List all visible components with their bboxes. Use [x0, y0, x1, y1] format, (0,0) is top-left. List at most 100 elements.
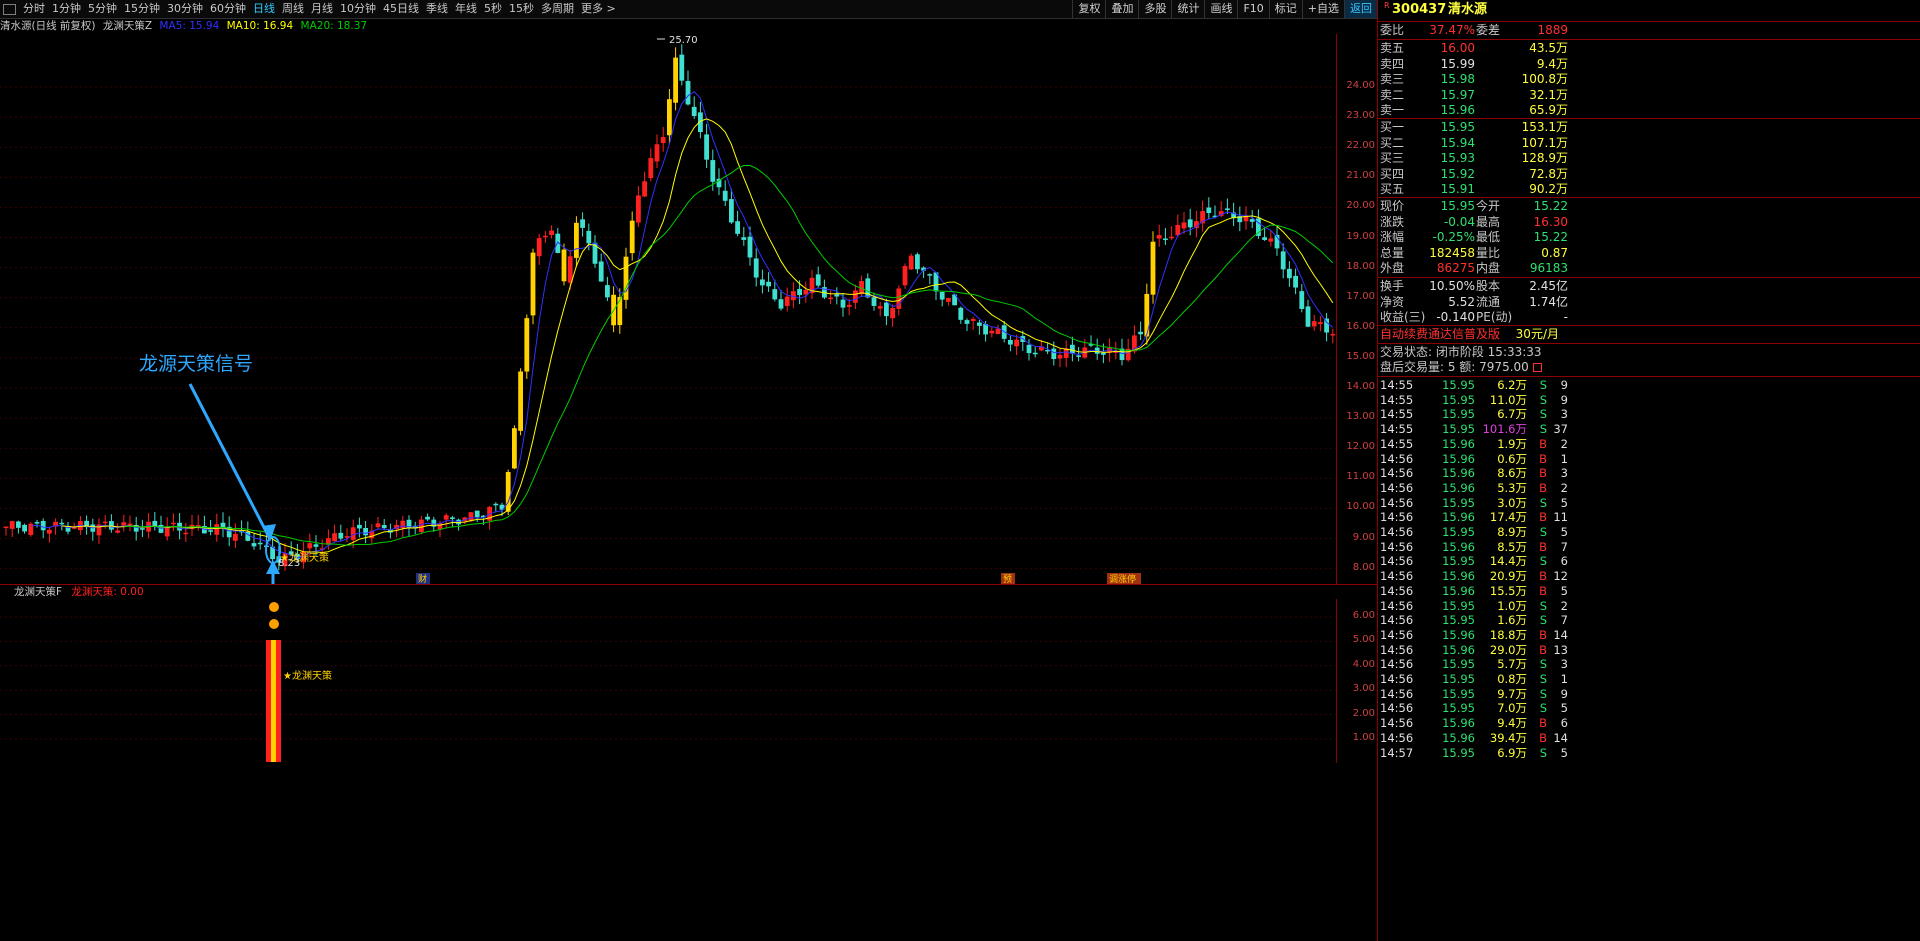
tick-price: 15.95 [1442, 686, 1475, 701]
period-tab[interactable]: 15分钟 [121, 0, 164, 18]
tick-count: 3 [1560, 657, 1568, 672]
bid-label: 买二 [1380, 135, 1405, 150]
period-tab[interactable]: 5秒 [481, 0, 506, 18]
ask-price: 15.98 [1440, 72, 1475, 86]
candle-body [784, 296, 790, 307]
period-tab[interactable]: 年线 [452, 0, 481, 18]
candle-body [1187, 219, 1193, 228]
candle-body [1318, 322, 1323, 325]
layout-toggle-icon[interactable] [3, 3, 16, 15]
tick-price: 15.95 [1442, 657, 1475, 672]
tool-button[interactable]: 复权 [1072, 0, 1105, 18]
period-tab[interactable]: 更多 > [578, 0, 620, 18]
candle-body [574, 222, 579, 258]
tick-price: 15.96 [1442, 466, 1475, 481]
stat-value: 15.95 [1440, 199, 1475, 213]
stat-label: 最高 [1476, 214, 1501, 229]
candle-body [1299, 291, 1305, 309]
tick-time: 14:56 [1380, 642, 1414, 657]
period-tab[interactable]: 季线 [423, 0, 452, 18]
tick-count: 13 [1553, 642, 1568, 657]
tick-row: 14:56 15.96 20.9万 B 12 [1378, 569, 1920, 584]
candle-body [40, 520, 46, 531]
tick-count: 5 [1560, 745, 1568, 760]
tool-button[interactable]: 画线 [1204, 0, 1237, 18]
candle-body [357, 524, 362, 529]
candle-body [853, 290, 858, 303]
candle-body [1305, 306, 1311, 327]
trade-state: 交易状态: 闭市阶段 15:33:33 [1378, 345, 1920, 361]
tick-price: 15.95 [1442, 598, 1475, 613]
bid-row: 买四 15.92 72.8万 [1378, 167, 1920, 183]
tick-row: 14:55 15.95 101.6万 S 37 [1378, 422, 1920, 437]
axis-tick-label: 22.00 [1346, 140, 1375, 152]
candle-body [673, 57, 678, 103]
period-tab[interactable]: 1分钟 [49, 0, 85, 18]
candle-body [977, 322, 982, 326]
candle-body [679, 54, 685, 81]
tick-price: 15.96 [1442, 539, 1475, 554]
bid-price: 15.95 [1440, 120, 1475, 134]
candle-body [580, 219, 585, 228]
candle-body [512, 428, 517, 469]
tick-direction: B [1539, 627, 1547, 642]
tool-button[interactable]: F10 [1237, 0, 1268, 18]
period-tab[interactable]: 多周期 [538, 0, 578, 18]
tick-row: 14:56 15.95 14.4万 S 6 [1378, 554, 1920, 569]
ma20-line [123, 165, 1334, 546]
expand-icon[interactable] [1533, 363, 1542, 372]
tick-count: 3 [1560, 466, 1568, 481]
tool-button[interactable]: 统计 [1171, 0, 1204, 18]
axis-tick-label: 14.00 [1346, 381, 1375, 392]
tick-time: 14:56 [1380, 657, 1414, 672]
tick-volume: 6.7万 [1497, 407, 1527, 422]
panel-divider[interactable] [0, 584, 1377, 585]
tick-direction: S [1539, 422, 1547, 437]
period-tab[interactable]: 30分钟 [164, 0, 207, 18]
tick-row: 14:56 15.95 0.8万 S 1 [1378, 672, 1920, 687]
candle-body [350, 527, 356, 540]
axis-tick-label: 9.00 [1352, 531, 1375, 543]
tick-count: 5 [1560, 701, 1568, 716]
tick-price: 15.96 [1442, 436, 1475, 451]
candle-body [1026, 344, 1032, 354]
tool-button[interactable]: +自选 [1301, 0, 1344, 18]
tool-button[interactable]: 叠加 [1105, 0, 1138, 18]
period-tab[interactable]: 月线 [308, 0, 337, 18]
weibi-value: 37.47% [1429, 23, 1475, 37]
tick-count: 7 [1560, 613, 1568, 628]
period-tab[interactable]: 15秒 [506, 0, 538, 18]
sub-svg: ★龙渊天策 [0, 602, 1336, 762]
stat-label: 换手 [1380, 279, 1405, 293]
candle-body [468, 512, 474, 521]
period-tab[interactable]: 分时 [20, 0, 49, 18]
period-tab[interactable]: 60分钟 [207, 0, 250, 18]
period-tab[interactable]: 周线 [279, 0, 308, 18]
stat-label: 今开 [1476, 199, 1501, 213]
period-tab[interactable]: 5分钟 [85, 0, 121, 18]
kline-chart[interactable]: 25.70 8.23 ★龙渊天策财预调涨停 [0, 34, 1336, 584]
tick-direction: B [1539, 451, 1547, 466]
quote-header: R 300437 清水源 [1378, 1, 1920, 20]
candle-body [1014, 339, 1019, 347]
tool-button[interactable]: 返回 [1344, 0, 1377, 18]
tick-time: 14:55 [1380, 378, 1414, 392]
tool-button[interactable]: 多股 [1138, 0, 1171, 18]
weibi-label: 委比 [1380, 23, 1405, 37]
tick-volume: 11.0万 [1489, 392, 1527, 407]
promo-banner[interactable]: 自动续费通达信普及版 30元/月 [1378, 327, 1920, 343]
sub-axis-tick-label: 2.00 [1352, 707, 1375, 719]
tool-button[interactable]: 标记 [1268, 0, 1302, 18]
period-tab[interactable]: 日线 [250, 0, 279, 18]
period-tab[interactable]: 45日线 [380, 0, 423, 18]
candle-body [536, 238, 542, 257]
tick-price: 15.95 [1442, 495, 1475, 510]
candle-body [47, 529, 52, 534]
bid-label: 买三 [1380, 151, 1405, 165]
tick-direction: S [1539, 701, 1547, 716]
sub-indicator-chart[interactable]: ★龙渊天策 [0, 599, 1336, 763]
axis-tick-label: 12.00 [1346, 441, 1375, 453]
period-tab[interactable]: 10分钟 [337, 0, 380, 18]
tick-count: 11 [1553, 510, 1568, 525]
tick-time: 14:56 [1380, 525, 1414, 539]
